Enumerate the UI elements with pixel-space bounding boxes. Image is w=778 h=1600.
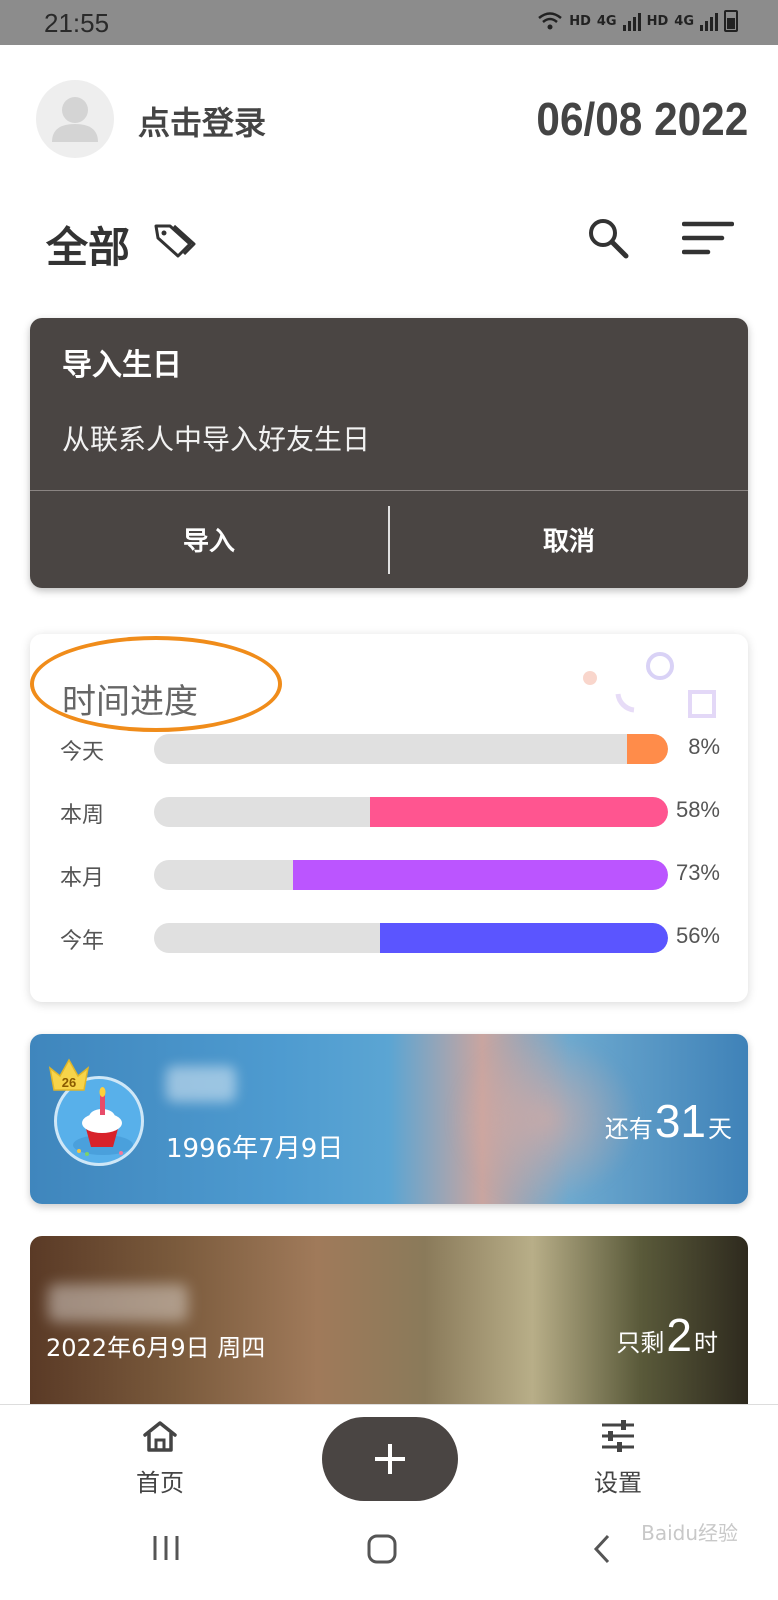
recent-apps-icon[interactable] [150, 1533, 182, 1563]
nav-settings-label: 设置 [594, 1469, 642, 1497]
status-time: 21:55 [44, 8, 110, 38]
cancel-button[interactable]: 取消 [390, 491, 748, 588]
progress-row-today: 今天 8% [60, 730, 720, 770]
settings-sliders-icon [602, 1420, 634, 1452]
progress-row-label: 今天 [60, 740, 105, 765]
network-4g-label-2: 4G [674, 13, 694, 29]
time-remaining: 只剩 2 时 [616, 1308, 718, 1362]
remaining-unit: 天 [708, 1115, 732, 1143]
progress-row-label: 今年 [60, 929, 105, 954]
status-icons: HD 4G HD 4G [537, 10, 738, 32]
network-hd-label: HD [569, 13, 591, 29]
remaining-prefix: 还有 [604, 1115, 653, 1143]
progress-bar-fill [626, 734, 668, 764]
progress-row-week: 本周 58% [60, 793, 720, 833]
import-birthday-card: 导入生日 从联系人中导入好友生日 导入 取消 [30, 318, 748, 588]
progress-bar-track [154, 797, 668, 827]
progress-bar-fill [380, 923, 668, 953]
sort-icon[interactable] [682, 218, 734, 258]
blurred-event-name [48, 1284, 188, 1322]
remaining-prefix: 只剩 [616, 1329, 665, 1357]
tag-icon[interactable] [152, 220, 196, 260]
plus-icon [375, 1444, 405, 1474]
birthday-card[interactable]: 26 1996年7月9日 还有 31 天 [30, 1034, 748, 1204]
progress-bar-track [154, 860, 668, 890]
import-button[interactable]: 导入 [30, 491, 388, 588]
home-system-icon[interactable] [366, 1533, 398, 1565]
remaining-value: 2 [666, 1309, 692, 1361]
time-progress-card: 时间进度 今天 8% 本周 58% 本月 73% 今年 56% [30, 634, 748, 1002]
progress-row-percent: 58% [675, 797, 720, 822]
header-date: 06/08 2022 [536, 93, 748, 145]
progress-row-label: 本月 [60, 866, 105, 891]
progress-bar-fill [369, 797, 668, 827]
network-4g-label: 4G [596, 13, 617, 29]
network-hd-label-2: HD [646, 13, 669, 29]
blurred-name [166, 1066, 236, 1102]
nav-home-label: 首页 [136, 1469, 184, 1497]
progress-bar-track [154, 734, 668, 764]
progress-bar-track [154, 923, 668, 953]
wifi-icon [538, 12, 563, 30]
import-card-title: 导入生日 [62, 348, 182, 383]
progress-row-month: 本月 73% [60, 856, 720, 896]
nav-home[interactable]: 首页 [100, 1419, 220, 1498]
progress-row-percent: 73% [675, 860, 720, 885]
battery-icon [724, 10, 738, 32]
search-icon[interactable] [586, 216, 630, 260]
status-bar: 21:55 HD 4G HD 4G [0, 0, 778, 45]
add-button[interactable] [322, 1417, 458, 1501]
decoration-shapes-icon [583, 652, 716, 718]
nav-settings[interactable]: 设置 [558, 1419, 678, 1498]
login-link[interactable]: 点击登录 [138, 98, 266, 144]
user-icon [52, 97, 98, 142]
crown-icon: 26 [48, 1058, 90, 1091]
days-remaining: 还有 31 天 [605, 1094, 732, 1148]
progress-row-percent: 8% [688, 734, 720, 759]
progress-row-label: 本周 [60, 803, 105, 828]
event-card[interactable]: 2022年6月9日 周四 只剩 2 时 [30, 1236, 748, 1406]
signal-icon-2 [700, 11, 718, 31]
bottom-nav: 首页 设置 Baidu经验 [0, 1404, 778, 1600]
signal-icon [622, 11, 641, 31]
category-title[interactable]: 全部 [46, 214, 130, 275]
event-date: 2022年6月9日 周四 [46, 1334, 266, 1362]
back-icon[interactable] [592, 1533, 612, 1565]
progress-row-year: 今年 56% [60, 919, 720, 959]
import-card-description: 从联系人中导入好友生日 [62, 423, 371, 456]
progress-row-percent: 56% [675, 923, 720, 948]
user-avatar[interactable] [36, 80, 114, 158]
watermark: Baidu经验 [641, 1521, 738, 1545]
birthday-date: 1996年7月9日 [166, 1134, 344, 1164]
age-badge: 26 [62, 1075, 76, 1090]
home-icon [143, 1421, 177, 1452]
highlight-ellipse-annotation [30, 636, 282, 732]
remaining-unit: 时 [694, 1329, 718, 1357]
remaining-value: 31 [654, 1095, 706, 1147]
progress-bar-fill [292, 860, 668, 890]
